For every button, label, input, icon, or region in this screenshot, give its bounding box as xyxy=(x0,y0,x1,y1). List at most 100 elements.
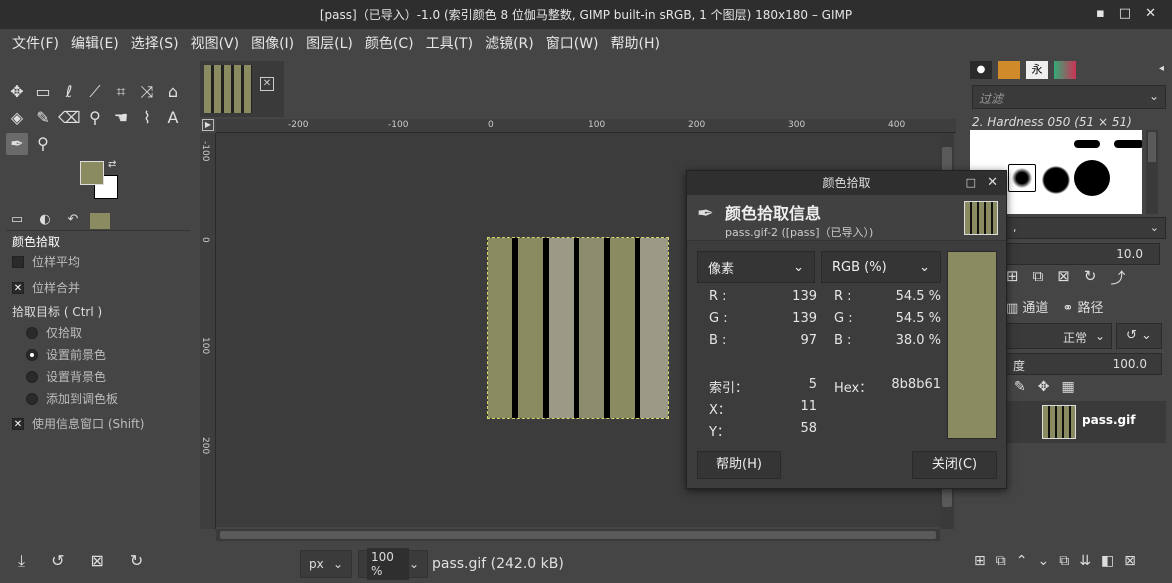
pixel-mode-dropdown[interactable]: 像素 ⌄ xyxy=(697,251,815,283)
radio-pick-only[interactable] xyxy=(26,326,38,339)
fg-bg-colors[interactable]: ⇄ xyxy=(78,159,122,199)
new-group-icon[interactable]: ⧉ xyxy=(996,553,1006,569)
ruler-tick: 200 xyxy=(200,437,210,455)
zoom-dropdown[interactable]: 100 % ⌄ xyxy=(358,548,428,580)
fonts-tab-icon[interactable]: 永 xyxy=(1026,61,1048,79)
new-layer-icon[interactable]: ⊞ xyxy=(974,553,986,569)
image-tab[interactable]: ✕ xyxy=(200,61,284,117)
eraser-icon[interactable]: ⌫ xyxy=(58,107,81,129)
swap-colors-icon[interactable]: ⇄ xyxy=(108,159,116,170)
clone-icon[interactable]: ⚲ xyxy=(84,107,106,129)
target-add-palette[interactable]: 添加到调色板 xyxy=(26,390,118,407)
menu-view[interactable]: 视图(V) xyxy=(185,33,246,53)
minimize-button[interactable]: ▪ xyxy=(1096,6,1105,21)
duplicate-layer-icon[interactable]: ⧉ xyxy=(1059,553,1069,569)
mask-layer-icon[interactable]: ◧ xyxy=(1101,553,1114,569)
images-tab-icon[interactable] xyxy=(90,212,110,229)
device-status-tab-icon[interactable]: ◐ xyxy=(34,210,56,230)
layer-row[interactable]: pass.gif xyxy=(1006,401,1166,443)
layer-mode-reset-icon[interactable]: ↺ ⌄ xyxy=(1116,323,1162,349)
menu-layer[interactable]: 图层(L) xyxy=(300,33,359,53)
tab-paths[interactable]: ⚭ 路径 xyxy=(1062,297,1103,316)
transform-icon[interactable]: ⤨ xyxy=(136,81,158,103)
crop-icon[interactable]: ⌗ xyxy=(110,81,132,103)
warp-icon[interactable]: ⌂ xyxy=(162,81,184,103)
menu-select[interactable]: 选择(S) xyxy=(125,33,185,53)
lock-pixels-icon[interactable]: ✎ xyxy=(1014,379,1026,395)
target-set-bg[interactable]: 设置背景色 xyxy=(26,368,106,385)
rect-select-icon[interactable]: ▭ xyxy=(32,81,54,103)
menu-edit[interactable]: 编辑(E) xyxy=(65,33,125,53)
undo-history-tab-icon[interactable]: ↶ xyxy=(62,210,84,230)
fuzzy-select-icon[interactable]: ⟋ xyxy=(84,81,106,103)
sample-average-checkbox[interactable] xyxy=(12,255,24,268)
dialog-close-icon[interactable]: ✕ xyxy=(987,171,998,195)
raise-layer-icon[interactable]: ⌃ xyxy=(1016,553,1028,569)
brush-preset-dropdown[interactable]: , ⌄ xyxy=(1006,217,1166,239)
close-window-button[interactable]: ✕ xyxy=(1145,6,1156,21)
delete-options-icon[interactable]: ⊠ xyxy=(90,551,103,571)
target-pick-only[interactable]: 仅拾取 xyxy=(26,324,82,341)
text-tool-icon[interactable]: A xyxy=(162,107,184,129)
maximize-button[interactable]: □ xyxy=(1119,6,1131,21)
move-tool-icon[interactable]: ✥ xyxy=(6,81,28,103)
menu-tools[interactable]: 工具(T) xyxy=(420,33,479,53)
image-canvas[interactable] xyxy=(487,237,669,419)
menu-help[interactable]: 帮助(H) xyxy=(605,33,666,53)
brushes-tab-icon[interactable]: ● xyxy=(970,61,992,79)
merge-layer-icon[interactable]: ⇊ xyxy=(1079,553,1091,569)
new-brush-icon[interactable]: ⊞ xyxy=(1006,267,1019,288)
rgb-mode-dropdown[interactable]: RGB (%) ⌄ xyxy=(821,251,941,283)
close-button[interactable]: 关闭(C) xyxy=(912,451,997,479)
paths-icon[interactable]: ⌇ xyxy=(136,107,158,129)
layer-mode-dropdown[interactable]: 正常 ⌄ xyxy=(1006,323,1112,349)
patterns-tab-icon[interactable] xyxy=(998,61,1020,79)
paintbrush-icon[interactable]: ✎ xyxy=(32,107,54,129)
dialog-maximize-icon[interactable]: □ xyxy=(966,171,976,195)
open-brush-icon[interactable]: ⤴ xyxy=(1110,267,1125,288)
lock-alpha-icon[interactable]: ▦ xyxy=(1061,379,1074,395)
radio-add-palette[interactable] xyxy=(26,392,38,405)
horizontal-scrollbar[interactable] xyxy=(216,529,940,541)
sample-merged-option[interactable]: ✕ 位样合并 xyxy=(12,279,80,296)
sample-merged-checkbox[interactable]: ✕ xyxy=(12,281,24,294)
lock-position-icon[interactable]: ✥ xyxy=(1038,379,1050,395)
menu-file[interactable]: 文件(F) xyxy=(6,33,65,53)
radio-set-bg[interactable] xyxy=(26,370,38,383)
menu-colors[interactable]: 颜色(C) xyxy=(359,33,420,53)
dock-menu-icon[interactable]: ◂ xyxy=(1159,63,1164,74)
target-set-fg[interactable]: 设置前景色 xyxy=(26,346,106,363)
brush-filter-input[interactable]: 过滤 ⌄ xyxy=(972,85,1166,109)
smudge-icon[interactable]: ☚ xyxy=(110,107,132,129)
use-info-window-checkbox[interactable]: ✕ xyxy=(12,417,24,430)
tab-channels[interactable]: ▥ 通道 xyxy=(1006,297,1048,316)
quickmask-corner-icon[interactable]: ▶ xyxy=(202,119,214,131)
brush-scrollbar[interactable] xyxy=(1146,130,1158,214)
lasso-icon[interactable]: ℓ xyxy=(58,81,80,103)
restore-options-icon[interactable]: ↺ xyxy=(51,551,64,571)
use-info-window-option[interactable]: ✕ 使用信息窗口 (Shift) xyxy=(12,415,144,432)
menu-filters[interactable]: 滤镜(R) xyxy=(479,33,540,53)
lower-layer-icon[interactable]: ⌄ xyxy=(1037,553,1049,569)
close-image-icon[interactable]: ✕ xyxy=(260,77,274,91)
refresh-brushes-icon[interactable]: ↻ xyxy=(1084,267,1097,288)
menu-image[interactable]: 图像(I) xyxy=(245,33,300,53)
color-picker-icon[interactable]: ✒ xyxy=(6,133,28,155)
duplicate-brush-icon[interactable]: ⧉ xyxy=(1033,267,1044,288)
menu-windows[interactable]: 窗口(W) xyxy=(540,33,605,53)
tool-options-tab-icon[interactable]: ▭ xyxy=(6,210,28,230)
fg-color-swatch[interactable] xyxy=(80,161,104,185)
sample-average-option[interactable]: 位样平均 xyxy=(12,253,80,270)
bucket-fill-icon[interactable]: ◈ xyxy=(6,107,28,129)
spacing-field[interactable]: 10.0 xyxy=(1006,243,1160,265)
radio-set-fg[interactable] xyxy=(26,348,38,361)
zoom-icon[interactable]: ⚲ xyxy=(32,133,54,155)
delete-brush-icon[interactable]: ⊠ xyxy=(1057,267,1070,288)
gradients-tab-icon[interactable] xyxy=(1054,61,1076,79)
help-button[interactable]: 帮助(H) xyxy=(697,451,781,479)
delete-layer-icon[interactable]: ⊠ xyxy=(1124,553,1136,569)
opacity-field[interactable]: 度 100.0 xyxy=(1006,353,1162,375)
reset-options-icon[interactable]: ↻ xyxy=(130,551,143,571)
save-options-icon[interactable]: ⤓ xyxy=(18,551,25,571)
unit-dropdown[interactable]: px ⌄ xyxy=(300,550,352,578)
